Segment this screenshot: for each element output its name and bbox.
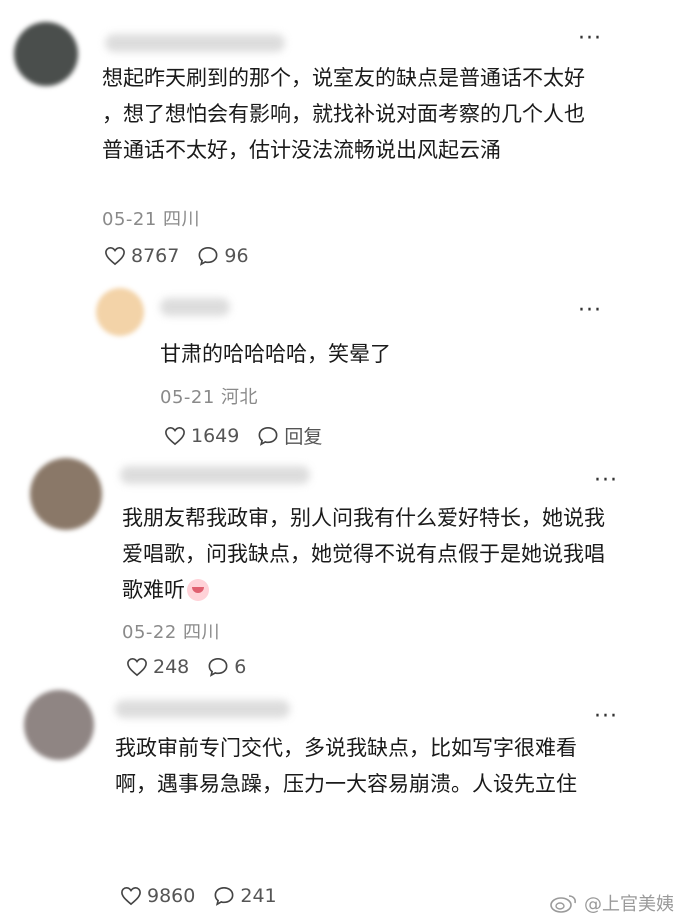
heart-icon	[121, 886, 141, 906]
comment-meta: 05-21 河北	[160, 387, 259, 408]
like-count: 9860	[147, 885, 196, 907]
comment-text: 想起昨天刷到的那个，说室友的缺点是普通话不太好 ，想了想怕会有影响，就找补说对面…	[102, 66, 585, 162]
reply-button[interactable]: 241	[213, 885, 277, 907]
comment-bubble-icon	[258, 426, 278, 446]
heart-icon	[165, 426, 185, 445]
username-blurred[interactable]	[120, 466, 310, 484]
like-count: 248	[153, 656, 190, 678]
like-button[interactable]: 248	[126, 656, 189, 678]
comment-text: 甘肃的哈哈哈哈，笑晕了	[160, 342, 391, 366]
more-options-icon[interactable]: ···	[578, 300, 602, 322]
reply-count: 6	[234, 656, 247, 678]
reply-button[interactable]: 96	[197, 245, 249, 267]
comment-meta: 05-21 四川	[102, 209, 201, 230]
more-options-icon[interactable]: ···	[578, 28, 602, 50]
like-count: 8767	[131, 245, 180, 267]
reply-button[interactable]: 回复	[257, 422, 322, 449]
watermark-text: @上官美姨	[584, 894, 674, 915]
username-blurred[interactable]	[160, 298, 230, 316]
like-button[interactable]: 8767	[104, 245, 179, 267]
more-options-icon[interactable]: ···	[594, 470, 618, 492]
avatar[interactable]	[24, 690, 94, 760]
heart-icon	[105, 246, 125, 266]
comment-actions: 1649 回复	[164, 422, 340, 449]
like-count: 1649	[191, 424, 240, 447]
crying-emoji-icon	[187, 579, 209, 601]
comment-bubble-icon	[214, 886, 234, 906]
reply-button[interactable]: 6	[207, 656, 246, 678]
watermark: @上官美姨	[550, 890, 674, 916]
comment-text: 我政审前专门交代，多说我缺点，比如写字很难看啊，遇事易急躁，压力一大容易崩溃。人…	[115, 736, 577, 796]
avatar[interactable]	[30, 458, 102, 530]
like-button[interactable]: 9860	[120, 885, 195, 907]
reply-label: 回复	[284, 426, 323, 448]
like-button[interactable]: 1649	[164, 425, 239, 447]
comment-text: 我朋友帮我政审，别人问我有什么爱好特长，她说我爱唱歌，问我缺点，她觉得不说有点假…	[122, 500, 622, 608]
avatar[interactable]	[96, 288, 144, 336]
more-options-icon[interactable]: ···	[594, 706, 618, 728]
comment-bubble-icon	[198, 246, 218, 266]
comment-actions: 8767 96	[104, 245, 267, 267]
heart-icon	[127, 657, 147, 677]
username-blurred[interactable]	[115, 700, 290, 718]
username-blurred[interactable]	[105, 34, 285, 52]
comment-bubble-icon	[208, 657, 228, 677]
comment-meta: 05-22 四川	[122, 622, 221, 643]
reply-count: 96	[224, 245, 249, 267]
weibo-logo-icon	[550, 895, 576, 913]
avatar[interactable]	[14, 22, 78, 86]
reply-count: 241	[240, 885, 277, 907]
comment-actions: 9860 241	[120, 885, 295, 907]
comment-actions: 248 6	[126, 656, 264, 678]
